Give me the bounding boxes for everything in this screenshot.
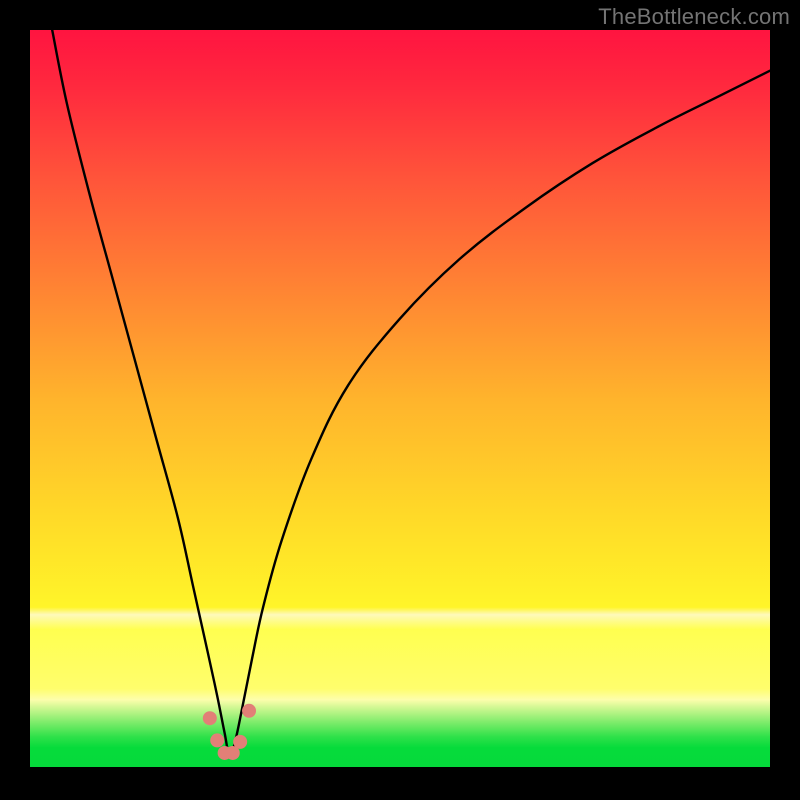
frame-layer xyxy=(30,30,770,770)
plot-area xyxy=(30,30,770,770)
chart-container: TheBottleneck.com xyxy=(0,0,800,800)
watermark-text: TheBottleneck.com xyxy=(598,4,790,30)
